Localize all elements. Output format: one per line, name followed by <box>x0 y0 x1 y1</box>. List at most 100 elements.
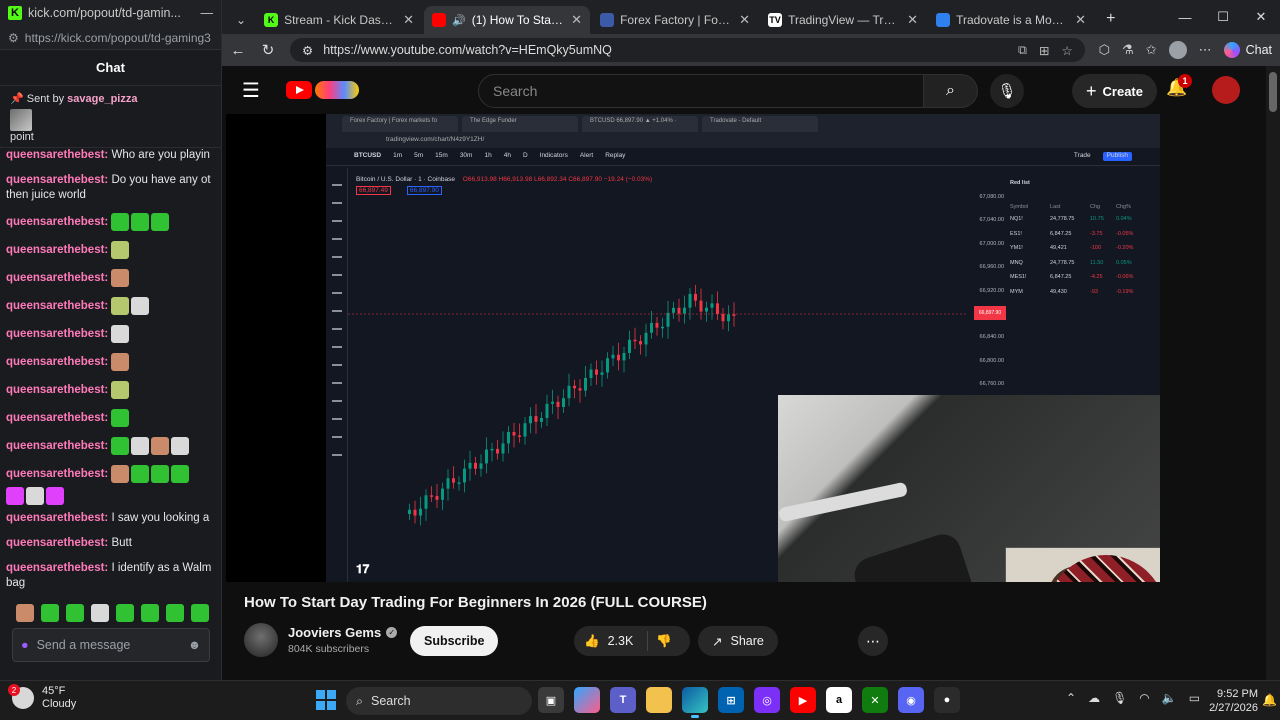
close-window-icon[interactable]: ✕ <box>1242 0 1280 34</box>
quick-emote[interactable] <box>16 604 34 622</box>
subscribe-button[interactable]: Subscribe <box>410 626 499 656</box>
notifications-icon[interactable]: 🔔 <box>1262 693 1277 707</box>
tray-overflow-icon[interactable]: ⌃ <box>1066 691 1076 705</box>
store-icon[interactable]: ⊞ <box>718 687 744 713</box>
copilot-app-icon[interactable] <box>574 687 600 713</box>
translate-icon[interactable]: ⧉ <box>1018 43 1027 58</box>
file-explorer-icon[interactable] <box>646 687 672 713</box>
wifi-icon[interactable]: ◠ <box>1139 691 1149 705</box>
create-button[interactable]: + Create <box>1072 74 1157 108</box>
chat-username[interactable]: queensarethebest: <box>6 244 108 256</box>
quick-emote[interactable] <box>166 604 184 622</box>
youtube-app-icon[interactable]: ▶ <box>790 687 816 713</box>
tab-youtube[interactable]: 🔊 (1) How To Start Day Tr ✕ <box>424 6 591 34</box>
volume-icon[interactable]: 🔈 <box>1162 691 1177 705</box>
tab-tradovate[interactable]: Tradovate is a Modern Futu ✕ <box>928 6 1094 34</box>
channel-name-row[interactable]: Jooviers Gems ✓ <box>288 625 398 640</box>
quick-emote[interactable] <box>66 604 84 622</box>
like-icon[interactable]: 👍 <box>584 634 600 649</box>
channel-name[interactable]: Jooviers Gems <box>288 625 381 640</box>
hamburger-menu-icon[interactable]: ☰ <box>242 78 266 103</box>
chat-username[interactable]: queensarethebest: <box>6 512 108 524</box>
watchlist-row[interactable]: MYM 49,430 -93 -0.19% <box>1010 289 1160 304</box>
tradingview-app-icon[interactable]: ● <box>934 687 960 713</box>
share-button[interactable]: ↗ Share <box>698 626 778 656</box>
chat-username[interactable]: queensarethebest: <box>6 300 108 312</box>
watchlist-row[interactable]: MNQ 24,778.75 11.50 0.05% <box>1010 260 1160 275</box>
tab-kick-dashboard[interactable]: K Stream - Kick Dashboard ✕ <box>256 6 422 34</box>
extensions-icon[interactable]: ⬡ <box>1099 42 1110 58</box>
more-actions-button[interactable]: ⋯ <box>858 626 888 656</box>
pinned-message[interactable]: 📌 Sent by savage_pizza point <box>0 86 221 148</box>
close-icon[interactable]: ✕ <box>907 12 918 28</box>
amazon-icon[interactable]: a <box>826 687 852 713</box>
watchlist-row[interactable]: YM1! 49,421 -100 -0.20% <box>1010 245 1160 260</box>
close-icon[interactable]: ✕ <box>403 12 414 28</box>
close-icon[interactable]: ✕ <box>1075 12 1086 28</box>
chat-username[interactable]: queensarethebest: <box>6 328 108 340</box>
chat-username[interactable]: queensarethebest: <box>6 384 108 396</box>
quick-emote[interactable] <box>141 604 159 622</box>
minimize-icon[interactable]: — <box>1166 0 1204 34</box>
like-count[interactable]: 2.3K <box>608 634 634 648</box>
quick-emote[interactable] <box>41 604 59 622</box>
site-info-icon[interactable]: ⚙ <box>302 43 313 58</box>
obs-icon[interactable]: ◎ <box>754 687 780 713</box>
emoji-icon[interactable]: ☻ <box>188 638 201 652</box>
search-button[interactable]: ⌕ <box>924 74 978 108</box>
taskbar-search[interactable]: ⌕ Search <box>346 687 532 715</box>
voice-search-button[interactable]: 🎙 <box>990 74 1024 108</box>
chat-username[interactable]: queensarethebest: <box>6 468 108 480</box>
performance-icon[interactable]: ⚗ <box>1122 42 1134 58</box>
chat-username[interactable]: queensarethebest: <box>6 272 108 284</box>
pinned-sender[interactable]: savage_pizza <box>67 93 137 105</box>
tab-forex-factory[interactable]: Forex Factory | Forex marke ✕ <box>592 6 758 34</box>
watchlist-row[interactable]: NQ1! 24,778.75 10.75 0.04% <box>1010 216 1160 231</box>
new-tab-icon[interactable]: + <box>1096 10 1125 34</box>
favorites-icon[interactable]: ✩ <box>1146 42 1157 58</box>
account-avatar[interactable] <box>1212 76 1240 104</box>
chat-username[interactable]: queensarethebest: <box>6 562 108 574</box>
video-player[interactable]: Forex Factory | Forex markets fo The Edg… <box>226 114 1160 582</box>
kick-url-bar[interactable]: ⚙ https://kick.com/popout/td-gaming3 <box>0 26 221 50</box>
youtube-logo[interactable] <box>286 81 359 99</box>
watchlist-row[interactable]: ES1! 6,847.25 -3.75 -0.05% <box>1010 231 1160 246</box>
weather-widget[interactable]: 2 45°F Cloudy <box>8 684 76 711</box>
channel-avatar[interactable] <box>244 623 278 657</box>
chat-username[interactable]: queensarethebest: <box>6 440 108 452</box>
tab-search-icon[interactable]: ⌄ <box>228 13 254 34</box>
onedrive-icon[interactable]: ☁ <box>1088 691 1100 705</box>
clock[interactable]: 9:52 PM 2/27/2026 <box>1198 687 1258 715</box>
quick-emote[interactable] <box>191 604 209 622</box>
tab-tradingview[interactable]: TV TradingView — Track All M ✕ <box>760 6 926 34</box>
watchlist-row[interactable]: MES1! 6,847.25 -4.25 -0.06% <box>1010 274 1160 289</box>
quick-emote[interactable] <box>91 604 109 622</box>
profile-avatar[interactable] <box>1168 41 1187 59</box>
chat-username[interactable]: queensarethebest: <box>6 537 108 549</box>
edge-icon[interactable] <box>682 687 708 718</box>
apps-icon[interactable]: ⊞ <box>1039 43 1049 58</box>
minimize-icon[interactable]: — <box>201 6 214 20</box>
start-button[interactable] <box>316 690 336 710</box>
back-icon[interactable]: ← <box>230 42 246 59</box>
close-icon[interactable]: ✕ <box>571 12 582 28</box>
speaker-icon[interactable]: 🔊 <box>452 14 466 27</box>
close-icon[interactable]: ✕ <box>739 12 750 28</box>
task-view-icon[interactable]: ▣ <box>538 687 564 713</box>
chat-username[interactable]: queensarethebest: <box>6 149 108 161</box>
xbox-icon[interactable]: ✕ <box>862 687 888 713</box>
teams-icon[interactable]: T <box>610 687 636 713</box>
discord-icon[interactable]: ◉ <box>898 687 924 713</box>
chat-username[interactable]: queensarethebest: <box>6 356 108 368</box>
mic-icon[interactable]: ● <box>21 638 29 652</box>
dislike-icon[interactable]: 👎 <box>656 634 672 649</box>
url-field[interactable]: ⚙ https://www.youtube.com/watch?v=HEmQky… <box>290 38 1085 62</box>
more-menu-icon[interactable]: ⋯ <box>1199 42 1212 58</box>
copilot-chat-button[interactable]: Chat <box>1223 42 1272 58</box>
search-input[interactable]: Search <box>478 74 924 108</box>
page-scrollbar[interactable] <box>1266 66 1280 680</box>
scrollbar-thumb[interactable] <box>1269 72 1277 112</box>
chat-username[interactable]: queensarethebest: <box>6 174 108 186</box>
reload-icon[interactable]: ↻ <box>260 41 276 59</box>
page-info-icon[interactable]: ⚙ <box>8 31 19 45</box>
